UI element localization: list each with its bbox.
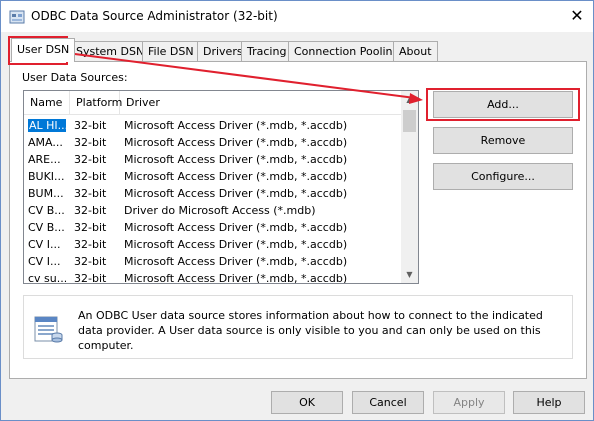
- dsn-platform: 32-bit: [74, 119, 107, 132]
- dsn-driver: Microsoft Access Driver (*.mdb, *.accdb): [124, 255, 348, 268]
- dsn-name: CV I...: [28, 238, 61, 251]
- scroll-down-arrow-icon[interactable]: ▼: [401, 266, 418, 283]
- dsn-driver: Microsoft Access Driver (*.mdb, *.accdb): [124, 221, 348, 234]
- tab-user-dsn[interactable]: User DSN: [11, 38, 76, 62]
- list-item[interactable]: cv su... 32-bit Microsoft Access Driver …: [24, 270, 402, 284]
- list-item[interactable]: CV B... 32-bit Microsoft Access Driver (…: [24, 219, 402, 236]
- column-header-name[interactable]: Name: [24, 91, 70, 115]
- configure-button[interactable]: Configure...: [433, 163, 573, 190]
- list-item[interactable]: CV I... 32-bit Microsoft Access Driver (…: [24, 253, 402, 270]
- user-data-sources-label: User Data Sources:: [22, 71, 128, 84]
- list-item[interactable]: CV I... 32-bit Microsoft Access Driver (…: [24, 236, 402, 253]
- list-header: Name Platform Driver: [24, 91, 402, 115]
- dsn-name: CV B...: [28, 221, 65, 234]
- list-item[interactable]: BUM... 32-bit Microsoft Access Driver (*…: [24, 185, 402, 202]
- dsn-platform: 32-bit: [74, 204, 107, 217]
- list-item[interactable]: ARE... 32-bit Microsoft Access Driver (*…: [24, 151, 402, 168]
- title-bar: ODBC Data Source Administrator (32-bit) …: [1, 1, 593, 32]
- user-data-sources-list[interactable]: Name Platform Driver AL HI... 32-bit Mic…: [23, 90, 419, 284]
- dsn-platform: 32-bit: [74, 170, 107, 183]
- info-description: An ODBC User data source stores informat…: [78, 309, 543, 352]
- dsn-platform: 32-bit: [74, 272, 107, 284]
- list-item[interactable]: BUKI... 32-bit Microsoft Access Driver (…: [24, 168, 402, 185]
- info-box: An ODBC User data source stores informat…: [23, 295, 573, 359]
- dsn-driver: Driver do Microsoft Access (*.mdb): [124, 204, 316, 217]
- dsn-platform: 32-bit: [74, 221, 107, 234]
- dsn-name: CV B...: [28, 204, 65, 217]
- tab-connection-pooling[interactable]: Connection Pooling: [288, 41, 406, 61]
- tab-system-dsn[interactable]: System DSN: [70, 41, 151, 61]
- dsn-name: ARE...: [28, 153, 61, 166]
- dsn-platform: 32-bit: [74, 238, 107, 251]
- dsn-name: BUKI...: [28, 170, 65, 183]
- ok-button[interactable]: OK: [271, 391, 343, 414]
- odbc-app-icon: [9, 10, 25, 24]
- vertical-scrollbar[interactable]: ▲ ▼: [401, 91, 418, 283]
- dsn-platform: 32-bit: [74, 136, 107, 149]
- dsn-driver: Microsoft Access Driver (*.mdb, *.accdb): [124, 119, 348, 132]
- dsn-driver: Microsoft Access Driver (*.mdb, *.accdb): [124, 238, 348, 251]
- column-header-driver[interactable]: Driver: [120, 91, 402, 115]
- odbc-admin-window: ODBC Data Source Administrator (32-bit) …: [0, 0, 594, 421]
- dsn-driver: Microsoft Access Driver (*.mdb, *.accdb): [124, 272, 348, 284]
- data-source-icon: [34, 316, 63, 343]
- dsn-name: cv su...: [28, 272, 66, 284]
- scroll-thumb[interactable]: [403, 110, 416, 132]
- annotation-box-add: [426, 88, 580, 121]
- dsn-driver: Microsoft Access Driver (*.mdb, *.accdb): [124, 153, 348, 166]
- dsn-name: AMA...: [28, 136, 63, 149]
- list-item[interactable]: AMA... 32-bit Microsoft Access Driver (*…: [24, 134, 402, 151]
- dsn-name: BUM...: [28, 187, 64, 200]
- dsn-name: AL HI...: [28, 119, 66, 132]
- cancel-button[interactable]: Cancel: [352, 391, 424, 414]
- dsn-driver: Microsoft Access Driver (*.mdb, *.accdb): [124, 170, 348, 183]
- window-title: ODBC Data Source Administrator (32-bit): [31, 9, 278, 23]
- dsn-name: CV I...: [28, 255, 61, 268]
- dsn-driver: Microsoft Access Driver (*.mdb, *.accdb): [124, 187, 348, 200]
- dsn-platform: 32-bit: [74, 187, 107, 200]
- remove-button[interactable]: Remove: [433, 127, 573, 154]
- tab-tracing[interactable]: Tracing: [241, 41, 293, 61]
- close-button[interactable]: ✕: [561, 1, 593, 32]
- dsn-platform: 32-bit: [74, 255, 107, 268]
- dsn-platform: 32-bit: [74, 153, 107, 166]
- tab-file-dsn[interactable]: File DSN: [142, 41, 200, 61]
- list-item[interactable]: AL HI... 32-bit Microsoft Access Driver …: [24, 117, 402, 134]
- scroll-up-arrow-icon[interactable]: ▲: [401, 91, 418, 108]
- dsn-driver: Microsoft Access Driver (*.mdb, *.accdb): [124, 136, 348, 149]
- column-header-platform[interactable]: Platform: [70, 91, 122, 115]
- apply-button[interactable]: Apply: [433, 391, 505, 414]
- tab-about[interactable]: About: [393, 41, 438, 61]
- help-button[interactable]: Help: [513, 391, 585, 414]
- list-item[interactable]: CV B... 32-bit Driver do Microsoft Acces…: [24, 202, 402, 219]
